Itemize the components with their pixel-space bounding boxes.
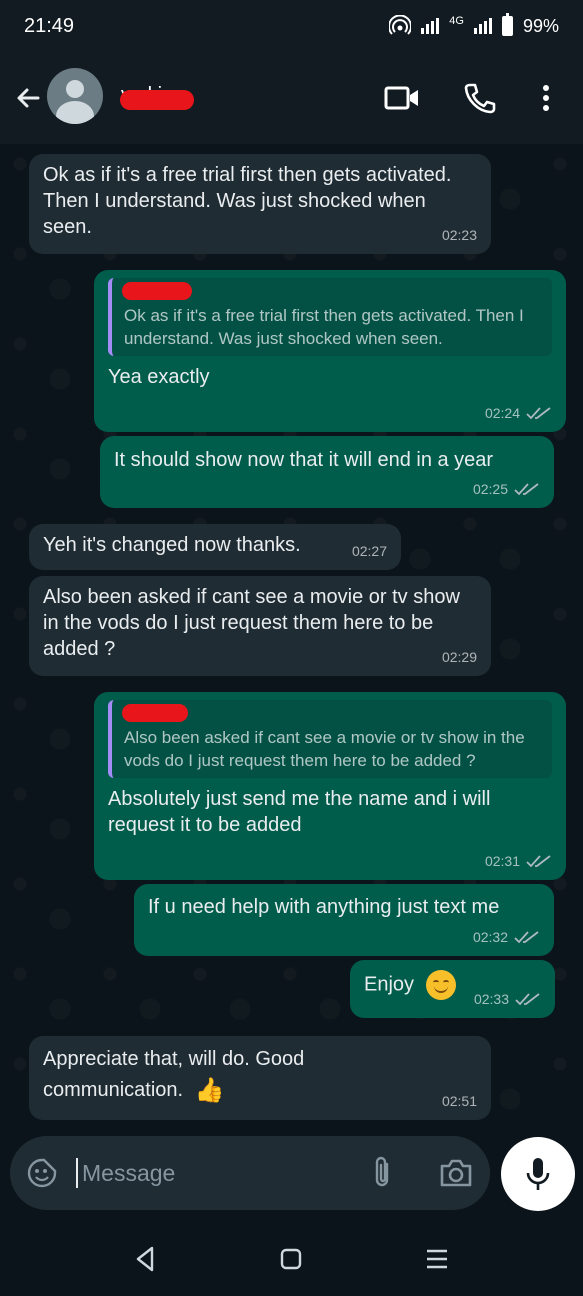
quoted-message[interactable]: Ok as if it's a free trial first then ge…	[108, 278, 552, 356]
message-time: 02:24	[484, 405, 520, 421]
quoted-text: Also been asked if cant see a movie or t…	[124, 728, 525, 770]
system-nav-bar	[0, 1222, 583, 1296]
nav-home-icon[interactable]	[274, 1242, 308, 1276]
read-ticks-icon	[526, 407, 551, 420]
message-time-read: 02:32	[473, 924, 540, 950]
status-bar: 21:49 4G 99%	[0, 0, 583, 52]
read-ticks-icon	[515, 993, 540, 1006]
chat-area[interactable]: Ok as if it's a free trial first then ge…	[0, 144, 583, 1136]
battery-percent: 99%	[522, 15, 559, 36]
signal-icon-2	[473, 18, 492, 34]
redaction-mark	[122, 704, 188, 722]
message-time-read: 02:25	[473, 476, 540, 502]
quoted-message[interactable]: Also been asked if cant see a movie or t…	[108, 700, 552, 778]
read-ticks-icon	[526, 855, 551, 868]
message-bubble-outgoing[interactable]: If u need help with anything just text m…	[134, 884, 554, 956]
message-time: 02:33	[473, 991, 509, 1007]
attach-icon[interactable]	[368, 1154, 396, 1192]
smiling-face-icon	[425, 970, 456, 1000]
nav-back-icon[interactable]	[128, 1242, 162, 1276]
message-text: Absolutely just send me the name and i w…	[108, 788, 491, 836]
message-bubble-outgoing[interactable]: Enjoy 02:33	[350, 960, 555, 1018]
message-time: 02:31	[484, 853, 520, 869]
redaction-mark	[122, 282, 192, 300]
message-bubble-incoming[interactable]: Appreciate that, will do. Good communica…	[29, 1036, 491, 1120]
message-time: 02:29	[441, 649, 477, 665]
message-bubble-incoming[interactable]: Also been asked if cant see a movie or t…	[29, 576, 491, 676]
message-text: Yeh it's changed now thanks.	[43, 534, 301, 556]
battery-icon	[501, 13, 513, 36]
message-bubble-outgoing[interactable]: Ok as if it's a free trial first then ge…	[94, 270, 566, 432]
message-bubble-incoming[interactable]: Yeh it's changed now thanks. 02:27	[29, 524, 401, 570]
mic-button[interactable]	[501, 1137, 575, 1211]
status-time: 21:49	[24, 14, 75, 37]
message-time: 02:27	[351, 543, 387, 559]
message-text: It should show now that it will end in a…	[114, 449, 494, 471]
message-text: Also been asked if cant see a movie or t…	[43, 586, 460, 660]
message-time: 02:51	[441, 1093, 477, 1109]
message-time-read: 02:31	[485, 848, 552, 874]
message-bubble-outgoing[interactable]: Also been asked if cant see a movie or t…	[94, 692, 566, 880]
microphone-icon	[526, 1158, 550, 1190]
camera-icon[interactable]	[438, 1156, 474, 1190]
message-time-read: 02:24	[485, 400, 552, 426]
message-time-read: 02:33	[474, 986, 541, 1012]
hotspot-icon	[389, 15, 412, 35]
network-type: 4G	[449, 15, 464, 27]
message-bubble-outgoing[interactable]: It should show now that it will end in a…	[100, 436, 554, 508]
message-input[interactable]	[76, 1158, 356, 1188]
signal-icon	[421, 18, 440, 34]
sticker-icon[interactable]	[26, 1157, 58, 1189]
message-text: Ok as if it's a free trial first then ge…	[43, 164, 452, 238]
quoted-author	[122, 282, 542, 304]
chat-header: v nkie	[0, 52, 583, 144]
message-text: If u need help with anything just text m…	[148, 896, 500, 918]
read-ticks-icon	[514, 483, 539, 496]
voice-call-icon[interactable]	[462, 82, 498, 114]
status-icons: 4G 99%	[389, 13, 559, 37]
avatar[interactable]	[47, 68, 103, 124]
back-arrow-icon[interactable]	[12, 82, 44, 114]
message-time: 02:32	[472, 929, 508, 945]
message-text: Yea exactly	[108, 366, 210, 388]
more-options-icon[interactable]	[530, 82, 562, 114]
message-time: 02:25	[472, 481, 508, 497]
video-call-icon[interactable]	[384, 82, 420, 114]
message-bubble-incoming[interactable]: Ok as if it's a free trial first then ge…	[29, 154, 491, 254]
composer-bar	[10, 1136, 490, 1210]
nav-recents-icon[interactable]	[420, 1242, 454, 1276]
read-ticks-icon	[514, 931, 539, 944]
message-text: Appreciate that, will do. Good communica…	[43, 1048, 305, 1101]
message-time: 02:23	[441, 227, 477, 243]
redaction-mark	[120, 90, 194, 110]
message-text: Enjoy	[364, 973, 415, 996]
quoted-author	[122, 704, 542, 726]
thumbs-up-icon: 👍	[194, 1077, 225, 1105]
message-content: Appreciate that, will do. Good communica…	[43, 1044, 383, 1106]
quoted-text: Ok as if it's a free trial first then ge…	[124, 306, 524, 348]
